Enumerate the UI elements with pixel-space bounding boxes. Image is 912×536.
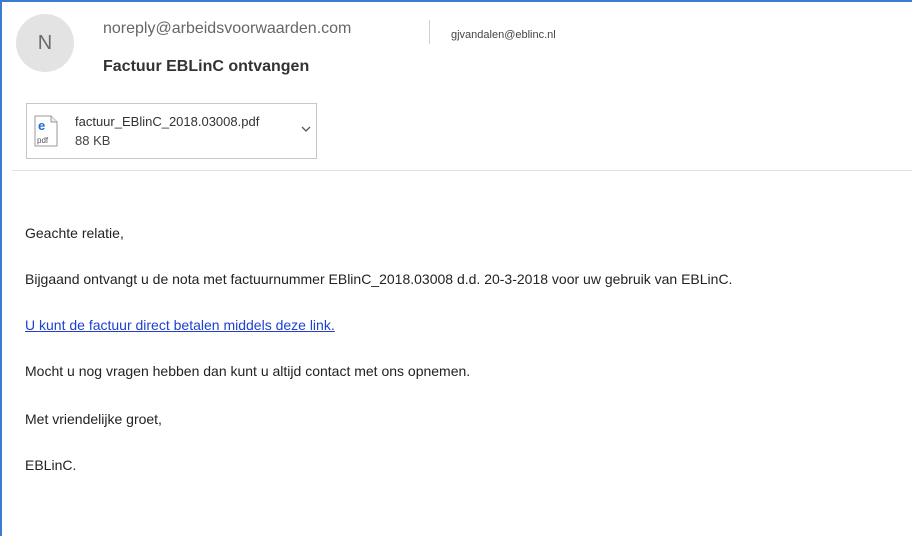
pdf-icon-label: pdf [37,136,49,145]
header-divider [12,170,912,171]
invoice-line: Bijgaand ontvangt u de nota met factuurn… [25,271,733,287]
closing-line: Met vriendelijke groet, [25,411,162,427]
payment-link[interactable]: U kunt de factuur direct betalen middels… [25,317,335,333]
chevron-down-icon[interactable] [299,122,313,136]
sender-address[interactable]: noreply@arbeidsvoorwaarden.com [103,20,351,38]
pdf-file-icon: e pdf [34,115,58,147]
contact-line: Mocht u nog vragen hebben dan kunt u alt… [25,363,471,379]
message-reading-pane [0,0,912,536]
svg-text:e: e [38,118,45,133]
attachment-filename: factuur_EBlinC_2018.03008.pdf [75,114,260,129]
signature-line: EBLinC. [25,457,77,473]
sender-avatar: N [16,14,74,72]
header-separator [429,20,430,44]
attachment-card[interactable]: e pdf factuur_EBlinC_2018.03008.pdf 88 K… [26,103,317,159]
attachment-size: 88 KB [75,133,111,148]
greeting-line: Geachte relatie, [25,225,124,241]
message-subject: Factuur EBLinC ontvangen [103,58,310,75]
recipient-address[interactable]: gjvandalen@eblinc.nl [451,29,556,41]
